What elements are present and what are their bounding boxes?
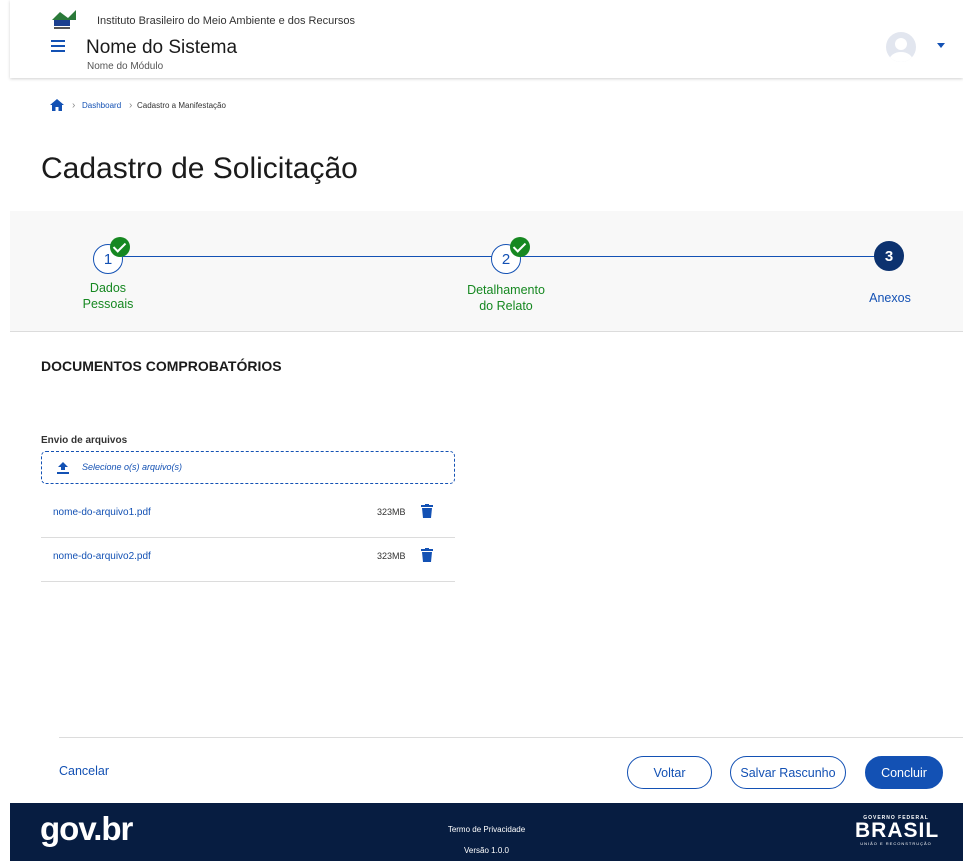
step-1-label-line2: Pessoais — [82, 297, 134, 311]
breadcrumb-separator-icon: › — [129, 100, 133, 111]
file-size: 323MB — [377, 551, 406, 561]
brasil-logo: GOVERNO FEDERAL BRASIL UNIÃO E RECONSTRU… — [855, 815, 940, 846]
app-header: Instituto Brasileiro do Meio Ambiente e … — [10, 0, 963, 78]
breadcrumb-separator-icon: › — [72, 100, 76, 111]
module-name: Nome do Módulo — [87, 61, 164, 72]
file-name[interactable]: nome-do-arquivo2.pdf — [53, 551, 151, 562]
upload-placeholder: Selecione o(s) arquivo(s) — [82, 462, 183, 472]
privacy-link[interactable]: Termo de Privacidade — [10, 825, 963, 834]
brasil-logo-main: BRASIL — [855, 819, 940, 842]
check-icon — [510, 237, 530, 257]
section-title: DOCUMENTOS COMPROBATÓRIOS — [41, 358, 282, 374]
upload-label: Envio de arquivos — [41, 435, 128, 446]
avatar[interactable] — [886, 32, 916, 62]
breadcrumb-current: Cadastro a Manifestação — [137, 101, 226, 110]
back-button[interactable]: Voltar — [627, 756, 712, 789]
menu-icon[interactable] — [51, 40, 65, 52]
step-connector — [520, 256, 876, 257]
gov-footer: gov.br Termo de Privacidade Versão 1.0.0… — [10, 803, 963, 861]
step-3-label[interactable]: Anexos — [855, 290, 925, 306]
step-2-label-line1: Detalhamento — [467, 283, 545, 297]
step-connector — [123, 256, 492, 257]
save-draft-button[interactable]: Salvar Rascunho — [730, 756, 846, 789]
file-size: 323MB — [377, 507, 406, 517]
cancel-button[interactable]: Cancelar — [59, 764, 109, 778]
version-text: Versão 1.0.0 — [464, 846, 509, 855]
step-3-circle[interactable]: 3 — [874, 241, 904, 271]
home-icon[interactable] — [50, 99, 64, 111]
breadcrumb-dashboard[interactable]: Dashboard — [82, 101, 121, 110]
finish-button[interactable]: Concluir — [865, 756, 943, 789]
trash-icon[interactable] — [421, 504, 433, 518]
system-name: Nome do Sistema — [86, 37, 238, 58]
page-title: Cadastro de Solicitação — [41, 152, 358, 185]
ibama-logo — [52, 10, 76, 29]
step-1-label-line1: Dados — [89, 281, 127, 295]
step-1-label[interactable]: Dados Pessoais — [68, 280, 148, 312]
file-list-item: nome-do-arquivo2.pdf 323MB — [41, 537, 455, 582]
trash-icon[interactable] — [421, 548, 433, 562]
check-icon — [110, 237, 130, 257]
org-name: Instituto Brasileiro do Meio Ambiente e … — [97, 15, 356, 27]
step-2-label-line2: do Relato — [479, 299, 533, 313]
file-name[interactable]: nome-do-arquivo1.pdf — [53, 507, 151, 518]
chevron-down-icon[interactable] — [937, 43, 945, 48]
file-upload-input[interactable]: Selecione o(s) arquivo(s) — [41, 451, 455, 484]
step-2-label[interactable]: Detalhamento do Relato — [456, 282, 556, 314]
brasil-logo-bottom: UNIÃO E RECONSTRUÇÃO — [860, 841, 932, 846]
file-list-item: nome-do-arquivo1.pdf 323MB — [41, 493, 455, 538]
upload-icon — [57, 462, 69, 474]
form-actions: Cancelar Voltar Salvar Rascunho Concluir — [59, 737, 963, 805]
